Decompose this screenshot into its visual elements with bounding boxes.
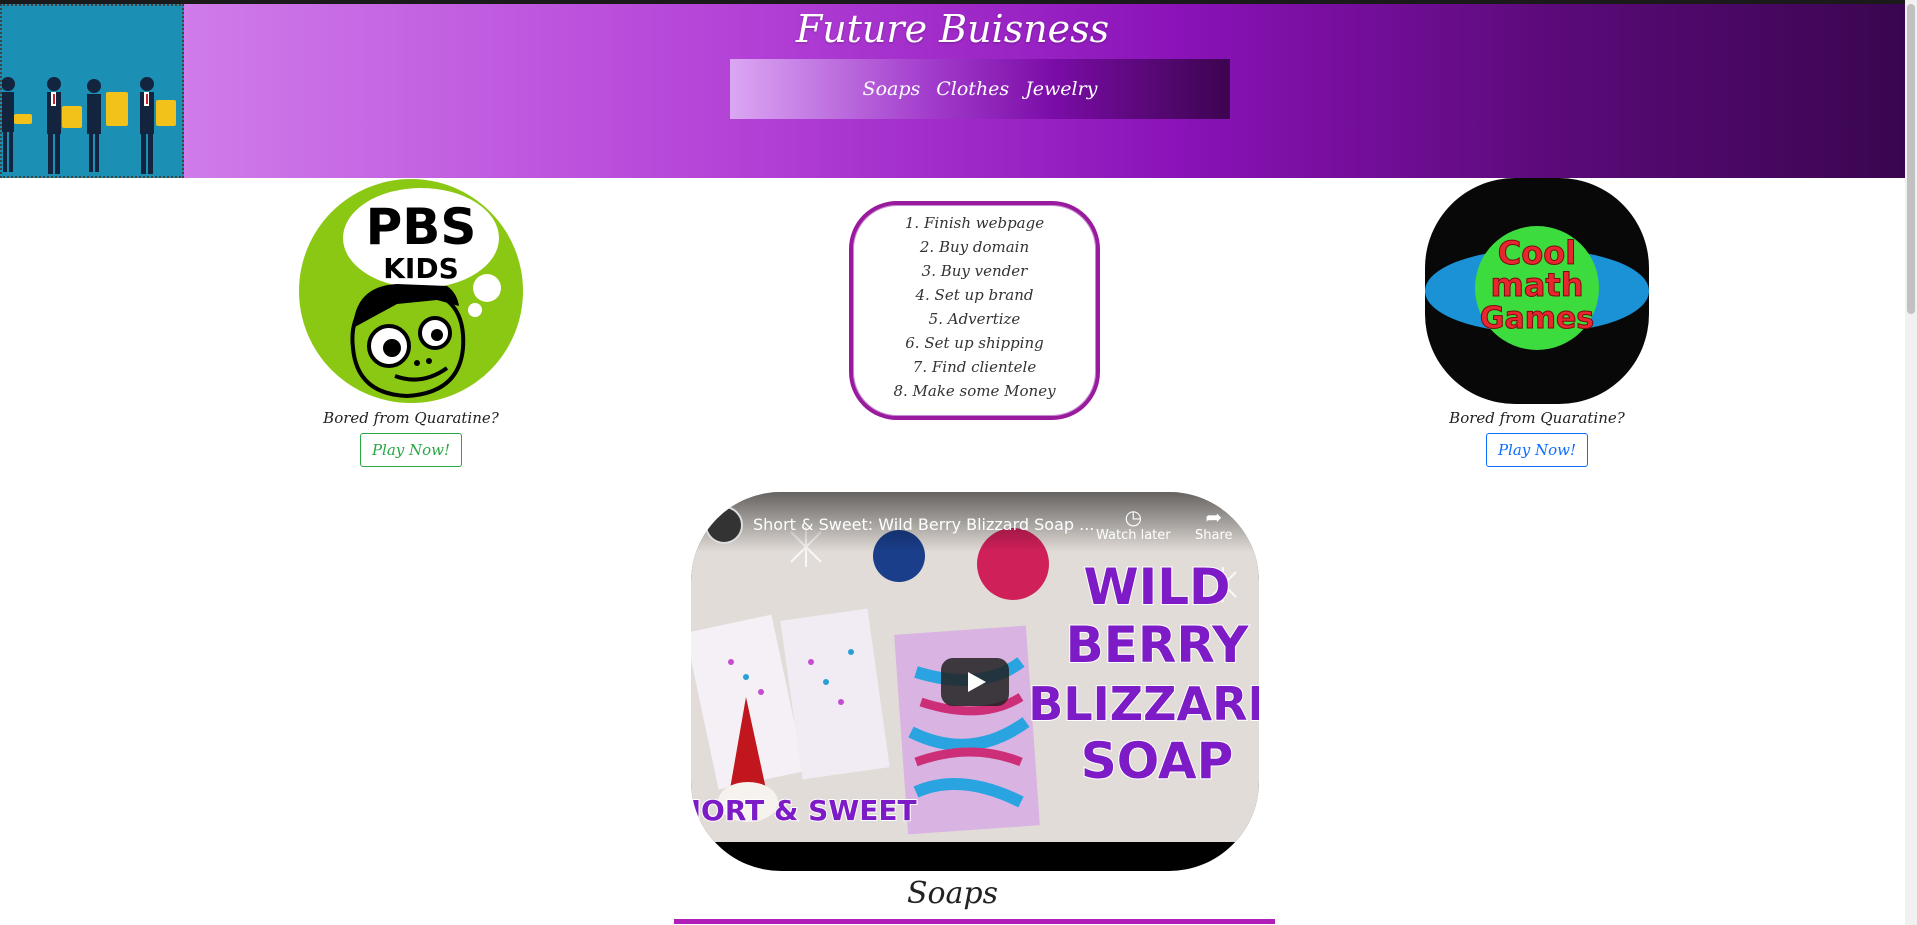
thumb-word: BERRY: [1066, 616, 1250, 674]
thumb-tag: SHORT & SWEET: [691, 794, 917, 827]
coolmath-games-logo[interactable]: Cool math Games: [1423, 178, 1651, 404]
site-title: Future Buisness: [795, 7, 1110, 51]
todo-item: 5. Advertize: [928, 310, 1021, 328]
todo-item: 6. Set up shipping: [905, 334, 1044, 352]
pbs-kids-promo: PBS KIDS Bored from Quaratine? Play Now!: [296, 178, 526, 467]
todo-list-box: 1. Finish webpage 2. Buy domain 3. Buy v…: [849, 201, 1100, 420]
share-button[interactable]: ➦ Share: [1195, 506, 1233, 543]
section-title: Soaps: [906, 876, 999, 911]
todo-item: 3. Buy vender: [921, 262, 1028, 280]
todo-item: 8. Make some Money: [893, 382, 1056, 400]
nav-jewelry-link[interactable]: Jewelry: [1025, 78, 1097, 100]
watch-later-button[interactable]: ◷ Watch later: [1096, 506, 1171, 543]
clock-icon: ◷: [1124, 505, 1143, 529]
main-nav: Soaps Clothes Jewelry: [730, 59, 1230, 119]
watch-later-label: Watch later: [1096, 528, 1171, 543]
todo-item: 1. Finish webpage: [904, 214, 1045, 232]
todo-item: 2. Buy domain: [919, 238, 1030, 256]
scrollbar-thumb[interactable]: [1907, 4, 1915, 314]
share-icon: ➦: [1205, 505, 1223, 529]
games-logo-word: Games: [1480, 301, 1594, 336]
thumb-word: BLIZZARD: [1028, 677, 1259, 731]
play-now-button[interactable]: Play Now!: [1485, 433, 1589, 467]
video-title[interactable]: Short & Sweet: Wild Berry Blizzard Soap …: [753, 515, 1094, 534]
todo-item: 4. Set up brand: [915, 286, 1034, 304]
promo-caption: Bored from Quaratine?: [323, 409, 499, 427]
pbs-logo-word: PBS: [366, 198, 477, 256]
youtube-video-embed[interactable]: WILD BERRY BLIZZARD SOAP SHORT & SWEET S…: [691, 492, 1259, 871]
play-now-button[interactable]: Play Now!: [359, 433, 463, 467]
todo-item: 7. Find clientele: [912, 358, 1037, 376]
thumb-word: WILD: [1083, 558, 1230, 616]
channel-avatar[interactable]: [705, 506, 743, 544]
site-header: Future Buisness Soaps Clothes Jewelry: [0, 4, 1905, 178]
kids-logo-word: KIDS: [383, 252, 459, 285]
todo-list: 1. Finish webpage 2. Buy domain 3. Buy v…: [853, 211, 1096, 403]
thumb-word: SOAP: [1081, 732, 1234, 790]
nav-clothes-link[interactable]: Clothes: [936, 78, 1009, 100]
math-logo-word: math: [1490, 266, 1583, 304]
share-label: Share: [1195, 528, 1233, 543]
page-scrollbar[interactable]: [1905, 0, 1917, 925]
promo-caption: Bored from Quaratine?: [1449, 409, 1625, 427]
pbs-kids-logo[interactable]: PBS KIDS: [297, 178, 525, 404]
play-icon[interactable]: [941, 658, 1009, 706]
coolmath-promo: Cool math Games Bored from Quaratine? Pl…: [1422, 178, 1652, 467]
section-divider: [674, 919, 1275, 924]
nav-soaps-link[interactable]: Soaps: [863, 78, 921, 100]
